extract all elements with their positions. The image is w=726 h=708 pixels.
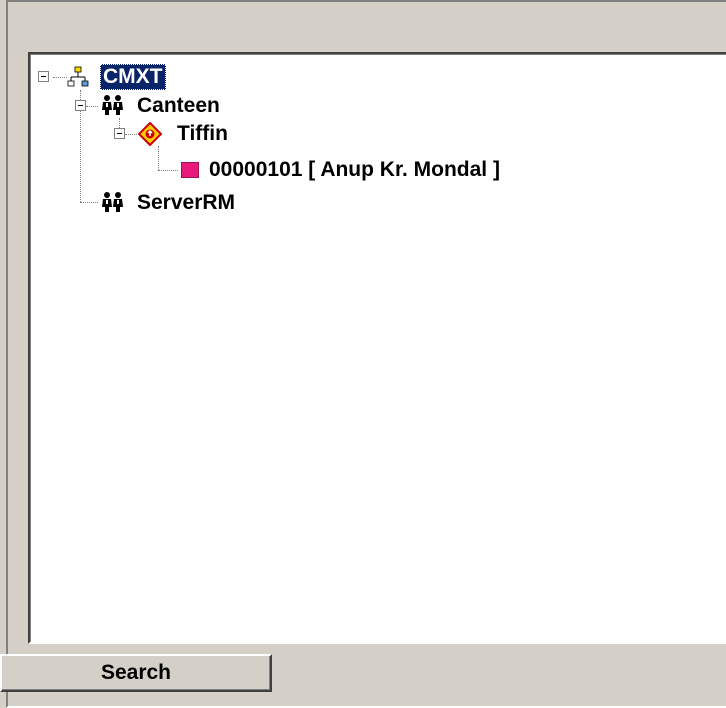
collapse-tiffin-toggle[interactable] — [114, 128, 125, 139]
tree-node-root[interactable]: CMXT — [100, 63, 166, 91]
search-button[interactable]: Search — [0, 654, 272, 692]
tree-node-label[interactable]: 00000101 [ Anup Kr. Mondal ] — [206, 157, 503, 183]
tree-line — [80, 202, 98, 203]
tree-line — [86, 106, 98, 107]
group-icon — [100, 191, 126, 213]
tree-node-label[interactable]: ServerRM — [134, 190, 238, 216]
tree-node-label[interactable]: Tiffin — [174, 121, 231, 147]
pink-square-icon — [181, 162, 199, 178]
network-icon — [67, 66, 89, 88]
tree-node-employee[interactable]: 00000101 [ Anup Kr. Mondal ] — [206, 156, 503, 184]
tree-node-canteen[interactable]: Canteen — [134, 92, 223, 120]
tree-node-serverrm[interactable]: ServerRM — [134, 189, 238, 217]
group-icon — [100, 94, 126, 116]
tree-line — [158, 170, 178, 171]
diamond-warning-icon — [137, 121, 163, 147]
collapse-root-toggle[interactable] — [38, 71, 49, 82]
tree-window: CMXT Canteen Tiffin 00000101 [Anup Kr. … — [0, 0, 726, 708]
tree-node-label[interactable]: CMXT — [100, 64, 166, 90]
tree-line — [53, 77, 67, 78]
tree-node-tiffin[interactable]: Tiffin — [174, 120, 231, 148]
tree-line — [158, 146, 159, 170]
tree-node-label[interactable]: Canteen — [134, 93, 223, 119]
tree-view[interactable]: CMXT Canteen Tiffin 00000101 [Anup Kr. … — [28, 52, 726, 644]
collapse-canteen-toggle[interactable] — [75, 100, 86, 111]
tree-line — [125, 134, 137, 135]
